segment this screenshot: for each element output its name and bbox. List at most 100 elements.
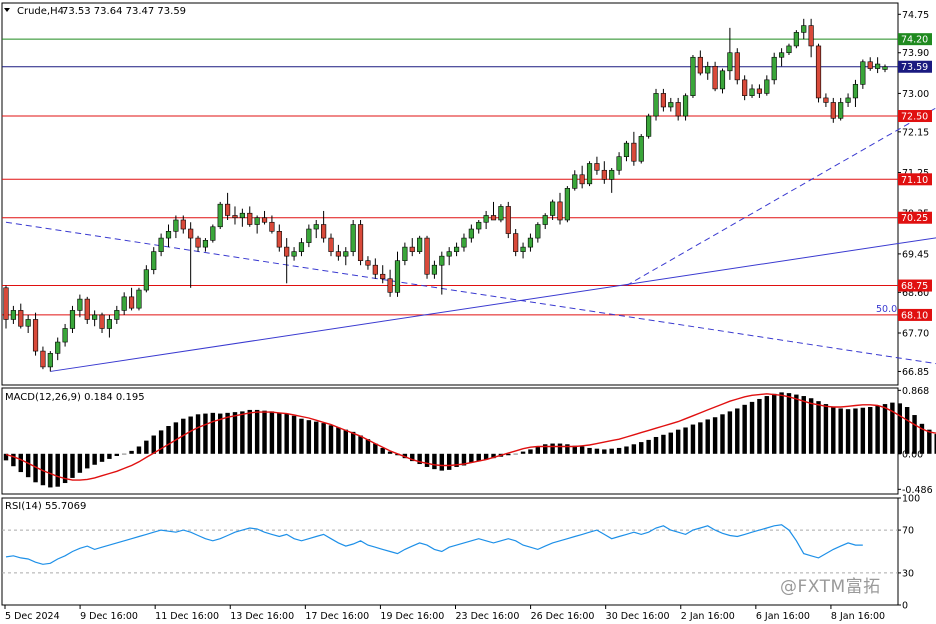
candle-body xyxy=(128,296,135,309)
time-tick-label: 9 Dec 16:00 xyxy=(80,611,138,622)
macd-bar xyxy=(513,453,518,455)
fxtm-watermark: @FXTM富拓 xyxy=(780,577,881,597)
time-axis: 5 Dec 2024 9 Dec 16:00 11 Dec 16:00 13 Dec … xyxy=(4,605,885,622)
macd-bar xyxy=(816,401,821,454)
candle-body xyxy=(564,188,570,221)
macd-bar xyxy=(277,412,282,454)
candle-body xyxy=(328,237,334,252)
symbol-title: Crude,H4 xyxy=(17,6,64,17)
candle-body xyxy=(225,203,231,216)
macd-bar xyxy=(173,422,179,454)
macd-bar xyxy=(291,415,297,454)
ohlc-readout: 73.53 73.64 73.47 73.59 xyxy=(62,6,186,17)
price-tick-label: 66.85 xyxy=(902,367,929,378)
candle-body xyxy=(247,212,253,225)
candle-body xyxy=(55,341,61,354)
candle-body xyxy=(151,251,157,271)
macd-bar xyxy=(254,409,260,454)
candle-body xyxy=(660,93,666,108)
candle-body xyxy=(764,79,770,94)
candle-body xyxy=(668,102,674,108)
macd-bar xyxy=(343,429,348,454)
candle-body xyxy=(232,215,238,219)
macd-bar xyxy=(727,411,733,454)
candle-body xyxy=(756,88,763,94)
macd-bar xyxy=(602,449,607,454)
candle-body xyxy=(490,215,497,221)
price-tick-label: 69.45 xyxy=(902,249,929,260)
macd-bar xyxy=(92,453,97,465)
candle-body xyxy=(601,169,607,180)
candle-body xyxy=(461,237,467,248)
candle-body xyxy=(675,102,681,117)
candle-body xyxy=(867,61,873,69)
macd-bar xyxy=(779,392,784,454)
candle-body xyxy=(860,61,866,85)
level-label-text: 68.10 xyxy=(901,310,928,321)
candle-body xyxy=(165,230,172,239)
candle-body xyxy=(572,174,578,189)
price-tick-label: 67.70 xyxy=(902,329,929,340)
candle-body xyxy=(261,217,268,223)
candle-body xyxy=(298,242,305,252)
macd-bar xyxy=(875,405,880,454)
macd-bar xyxy=(299,418,304,454)
candle-body xyxy=(77,298,83,311)
time-tick-label: 17 Dec 16:00 xyxy=(305,611,369,622)
candle-body xyxy=(254,217,260,225)
candle-body xyxy=(284,246,290,257)
candle-body xyxy=(313,224,319,230)
macd-bar xyxy=(594,448,600,454)
candle-body xyxy=(845,97,851,103)
macd-bar xyxy=(927,429,932,454)
collapse-triangle-icon[interactable] xyxy=(4,8,10,12)
candle-body xyxy=(217,203,223,228)
candle-body xyxy=(417,237,423,252)
candle-body xyxy=(786,45,792,54)
time-tick-label: 5 Dec 2024 xyxy=(5,611,60,622)
macd-bar xyxy=(269,411,275,454)
rsi-tick-label: 0 xyxy=(902,601,908,612)
macd-bar xyxy=(742,404,747,454)
macd-bar xyxy=(321,423,326,454)
candle-body xyxy=(321,224,327,239)
candle-body xyxy=(394,260,401,293)
candle-body xyxy=(188,228,194,239)
fib-annotation: 50.0 xyxy=(876,304,897,315)
candle-body xyxy=(92,314,98,320)
macd-bar xyxy=(912,415,917,454)
macd-bar xyxy=(579,446,585,454)
candle-body xyxy=(476,221,482,230)
candle-body xyxy=(483,215,489,223)
macd-bar xyxy=(195,414,201,454)
time-tick-label: 19 Dec 16:00 xyxy=(380,611,444,622)
time-tick-label: 11 Dec 16:00 xyxy=(155,611,219,622)
macd-bar xyxy=(794,394,799,454)
macd-bar xyxy=(306,420,312,454)
trend-line xyxy=(50,237,936,372)
candle-body xyxy=(793,32,799,47)
macd-title: MACD(12,26,9) 0.184 0.195 xyxy=(5,392,145,403)
candle-body xyxy=(823,97,829,103)
level-label-text: 74.20 xyxy=(901,35,928,46)
candle-body xyxy=(269,221,275,232)
rsi-line xyxy=(5,524,863,565)
candle-body xyxy=(350,224,356,252)
macd-bar xyxy=(616,447,622,454)
candle-body xyxy=(62,328,68,343)
time-tick-label: 2 Jan 16:00 xyxy=(681,611,735,622)
macd-bar xyxy=(675,429,681,454)
candle-body xyxy=(875,63,881,69)
macd-tick-label: 0.00 xyxy=(902,449,923,460)
macd-bar xyxy=(18,453,23,473)
candle-body xyxy=(742,79,748,96)
macd-bar xyxy=(646,439,651,454)
macd-bar xyxy=(757,398,762,454)
macd-bar xyxy=(439,453,445,471)
time-tick-label: 26 Dec 16:00 xyxy=(531,611,595,622)
macd-bar xyxy=(121,453,127,455)
candle-body xyxy=(594,163,600,171)
candle-body xyxy=(387,278,393,293)
candle-body xyxy=(431,264,438,275)
candle-body xyxy=(609,169,615,180)
